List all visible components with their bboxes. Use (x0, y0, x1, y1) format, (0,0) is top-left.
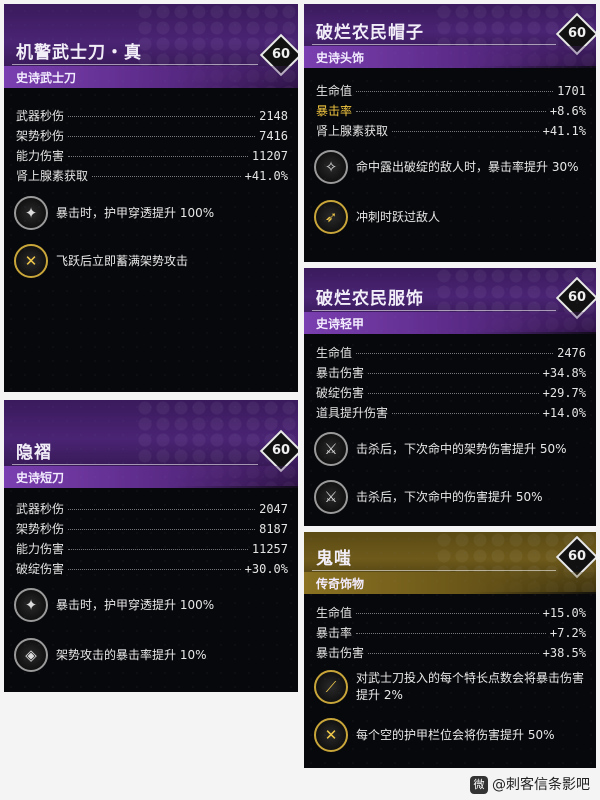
stat-row: 暴击伤害 +34.8% (316, 366, 586, 380)
perk-text: 命中露出破绽的敌人时，暴击率提升 30% (356, 159, 579, 174)
item-type: 史诗短刀 (16, 471, 65, 485)
level-number: 60 (271, 443, 291, 458)
perk-text: 击杀后，下次命中的伤害提升 50% (356, 489, 543, 504)
rarity-bar: 史诗头饰 (304, 46, 596, 68)
perk-row[interactable]: ➶ 冲刺时跃过敌人 (314, 200, 588, 234)
item-title: 破烂农民服饰 (316, 289, 424, 309)
item-type: 史诗轻甲 (316, 317, 365, 331)
item-title: 破烂农民帽子 (316, 23, 424, 43)
perk-text: 飞跃后立即蓄满架势攻击 (56, 253, 189, 268)
perk-row[interactable]: ⟋ 对武士刀投入的每个特长点数会将暴击伤害提升 2% (314, 670, 588, 704)
stat-row: 武器秒伤 2148 (16, 109, 288, 123)
stat-row: 架势秒伤 8187 (16, 522, 288, 536)
item-card-katana[interactable]: 机警武士刀・真 60 史诗武士刀 武器秒伤 2148 架势秒伤 7416 能力伤害 1… (4, 4, 298, 392)
item-card-shortblade[interactable]: 隐褶 60 史诗短刀 武器秒伤 2047 架势秒伤 8187 能力伤害 11257 破… (4, 400, 298, 692)
item-type: 传奇饰物 (316, 577, 365, 591)
stat-list: 生命值 +15.0% 暴击率 +7.2% 暴击伤害 +38.5% (316, 604, 586, 664)
perk-row[interactable]: ⚔ 击杀后，下次命中的架势伤害提升 50% (314, 432, 588, 466)
dash-icon: ➶ (314, 200, 348, 234)
perk-row[interactable]: ⚔ 击杀后，下次命中的伤害提升 50% (314, 480, 588, 514)
item-title: 鬼嗤 (316, 549, 352, 569)
rarity-bar: 史诗短刀 (4, 466, 298, 488)
crossed-swords-icon: ⚔ (314, 432, 348, 466)
stat-row-highlighted: 暴击率 +8.6% (316, 104, 586, 118)
level-number: 60 (567, 26, 587, 41)
stat-list: 武器秒伤 2047 架势秒伤 8187 能力伤害 11257 破绽伤害 +30.0% (16, 500, 288, 580)
level-number: 60 (567, 549, 587, 564)
divider (312, 44, 556, 45)
stat-row: 生命值 +15.0% (316, 606, 586, 620)
item-card-charm[interactable]: 鬼嗤 60 传奇饰物 生命值 +15.0% 暴击率 +7.2% 暴击伤害 +38.5%… (304, 532, 596, 768)
rarity-bar: 史诗武士刀 (4, 66, 298, 88)
perk-text: 每个空的护甲栏位会将伤害提升 50% (356, 727, 555, 742)
level-number: 60 (567, 290, 587, 305)
item-type: 史诗头饰 (316, 51, 365, 65)
stat-row: 破绽伤害 +30.0% (16, 562, 288, 576)
perk-row[interactable]: ◈ 架势攻击的暴击率提升 10% (14, 638, 290, 672)
watermark-text: @刺客信条影吧 (492, 777, 590, 793)
stat-list: 生命值 1701 暴击率 +8.6% 肾上腺素获取 +41.1% (316, 82, 586, 142)
item-title: 机警武士刀・真 (16, 43, 142, 63)
crossed-blades-gold-icon: ✕ (314, 718, 348, 752)
divider (312, 310, 556, 311)
stance-crit-icon: ◈ (14, 638, 48, 672)
perk-text: 暴击时，护甲穿透提升 100% (56, 205, 215, 220)
divider (12, 64, 258, 65)
katana-gold-icon: ⟋ (314, 670, 348, 704)
perk-row[interactable]: ✧ 命中露出破绽的敌人时，暴击率提升 30% (314, 150, 588, 184)
stat-row: 架势秒伤 7416 (16, 129, 288, 143)
compass-icon: ✧ (314, 150, 348, 184)
perk-text: 冲刺时跃过敌人 (356, 209, 441, 224)
rarity-bar: 史诗轻甲 (304, 312, 596, 334)
perk-text: 对武士刀投入的每个特长点数会将暴击伤害提升 2% (356, 671, 585, 702)
item-type: 史诗武士刀 (16, 71, 77, 85)
stat-row: 肾上腺素获取 +41.1% (316, 124, 586, 138)
perk-text: 暴击时，护甲穿透提升 100% (56, 597, 215, 612)
weibo-logo-icon: 微 (470, 776, 488, 794)
rarity-bar: 传奇饰物 (304, 572, 596, 594)
stat-row: 生命值 1701 (316, 84, 586, 98)
stat-row: 肾上腺素获取 +41.0% (16, 169, 288, 183)
stat-row: 能力伤害 11257 (16, 542, 288, 556)
armor-pierce-icon: ✦ (14, 588, 48, 622)
stat-row: 生命值 2476 (316, 346, 586, 360)
stat-row: 暴击伤害 +38.5% (316, 646, 586, 660)
perk-text: 击杀后，下次命中的架势伤害提升 50% (356, 441, 567, 456)
stat-list: 武器秒伤 2148 架势秒伤 7416 能力伤害 11207 肾上腺素获取 +41.0% (16, 107, 288, 187)
crossed-blades-icon: ✕ (14, 244, 48, 278)
stat-row: 能力伤害 11207 (16, 149, 288, 163)
divider (12, 464, 258, 465)
stat-row: 暴击率 +7.2% (316, 626, 586, 640)
watermark: 微 @刺客信条影吧 (470, 774, 590, 794)
perk-row[interactable]: ✦ 暴击时，护甲穿透提升 100% (14, 196, 290, 230)
perk-row[interactable]: ✕ 每个空的护甲栏位会将伤害提升 50% (314, 718, 588, 752)
item-title: 隐褶 (16, 443, 52, 463)
crossed-swords-icon: ⚔ (314, 480, 348, 514)
perk-row[interactable]: ✕ 飞跃后立即蓄满架势攻击 (14, 244, 290, 278)
stat-row: 道具提升伤害 +14.0% (316, 406, 586, 420)
stat-row: 破绽伤害 +29.7% (316, 386, 586, 400)
item-card-hat[interactable]: 破烂农民帽子 60 史诗头饰 生命值 1701 暴击率 +8.6% 肾上腺素获取 +4… (304, 4, 596, 262)
stat-list: 生命值 2476 暴击伤害 +34.8% 破绽伤害 +29.7% 道具提升伤害 +14.… (316, 344, 586, 424)
item-card-armor[interactable]: 破烂农民服饰 60 史诗轻甲 生命值 2476 暴击伤害 +34.8% 破绽伤害 +2… (304, 268, 596, 526)
divider (312, 570, 556, 571)
stat-row: 武器秒伤 2047 (16, 502, 288, 516)
perk-text: 架势攻击的暴击率提升 10% (56, 647, 207, 662)
armor-pierce-icon: ✦ (14, 196, 48, 230)
perk-row[interactable]: ✦ 暴击时，护甲穿透提升 100% (14, 588, 290, 622)
